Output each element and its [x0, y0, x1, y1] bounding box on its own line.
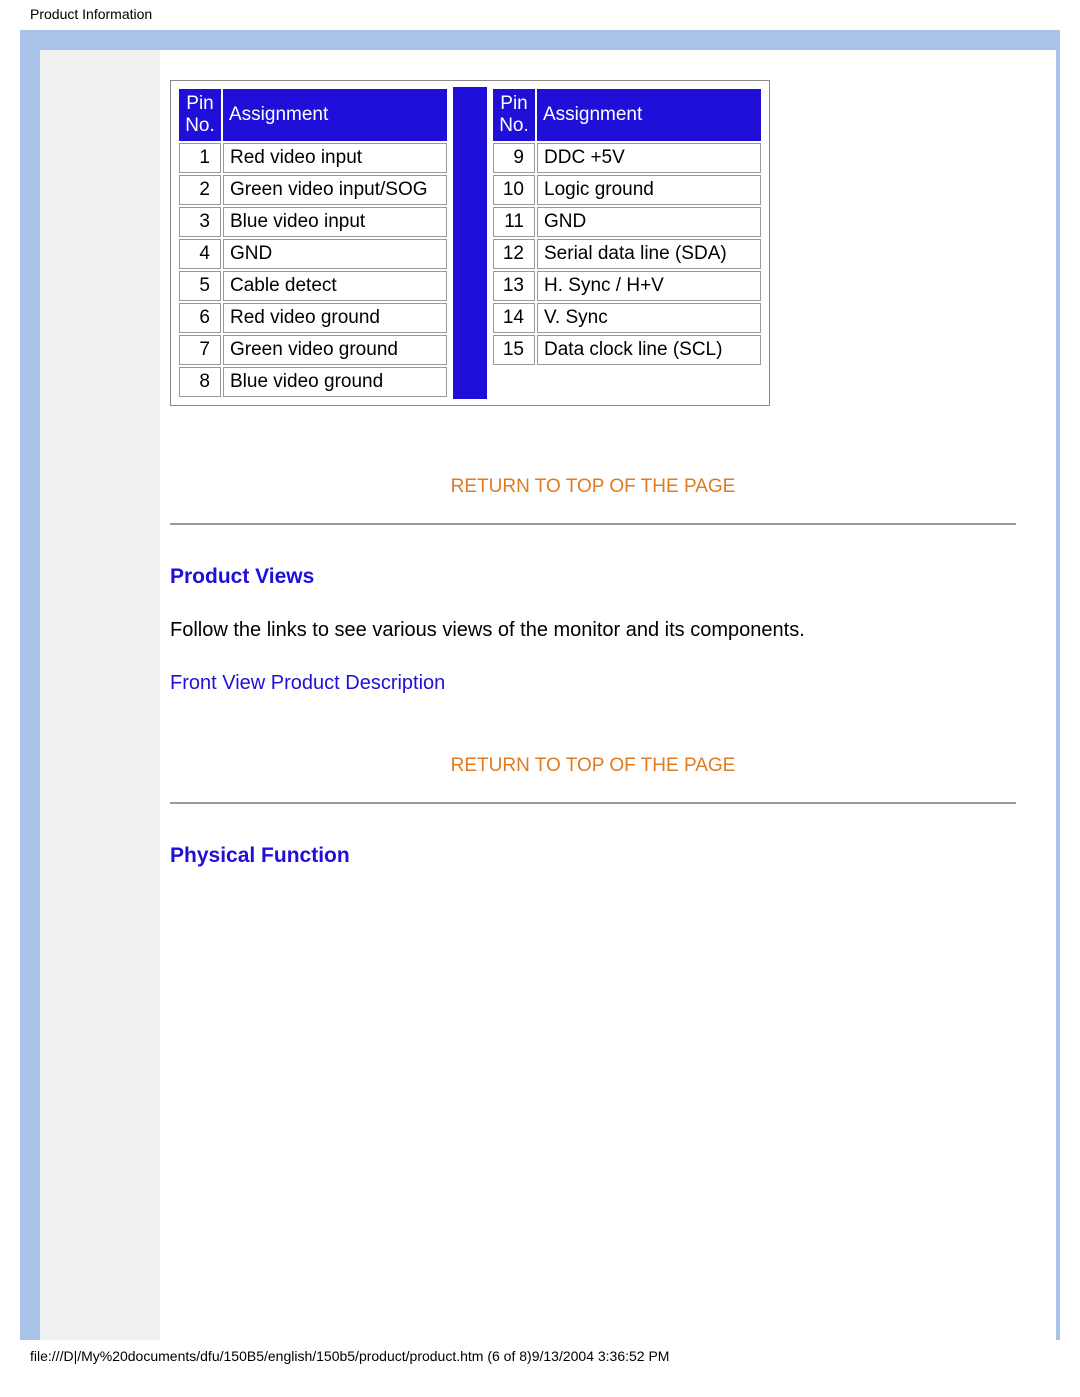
- table-row: 10Logic ground: [493, 175, 761, 205]
- table-row: 9DDC +5V: [493, 143, 761, 173]
- front-view-link[interactable]: Front View Product Description: [170, 672, 445, 694]
- table-row: 13H. Sync / H+V: [493, 271, 761, 301]
- left-sidebar-spacer: [40, 50, 160, 1340]
- pin-table-right: Pin No. Assignment 9DDC +5V 10Logic grou…: [491, 87, 763, 399]
- frame-inner: Pin No. Assignment 1Red video input 2Gre…: [40, 50, 1060, 1340]
- col-header-pin-no: Pin No.: [493, 89, 535, 141]
- table-row: 4GND: [179, 239, 447, 269]
- table-divider: [453, 87, 487, 399]
- return-to-top-link[interactable]: RETURN TO TOP OF THE PAGE: [170, 755, 1016, 777]
- page-frame: Pin No. Assignment 1Red video input 2Gre…: [20, 30, 1060, 1340]
- table-row: 11GND: [493, 207, 761, 237]
- table-row: 14V. Sync: [493, 303, 761, 333]
- table-row: 8Blue video ground: [179, 367, 447, 397]
- table-row: 6Red video ground: [179, 303, 447, 333]
- table-row: 1Red video input: [179, 143, 447, 173]
- main-content: Pin No. Assignment 1Red video input 2Gre…: [160, 50, 1056, 928]
- section-heading-physical-function: Physical Function: [170, 844, 1016, 868]
- col-header-pin-no: Pin No.: [179, 89, 221, 141]
- table-row: 15Data clock line (SCL): [493, 335, 761, 365]
- col-header-assignment: Assignment: [223, 89, 447, 141]
- return-to-top-link[interactable]: RETURN TO TOP OF THE PAGE: [170, 476, 1016, 498]
- section-divider: [170, 802, 1016, 804]
- table-row: 12Serial data line (SDA): [493, 239, 761, 269]
- pin-table-left: Pin No. Assignment 1Red video input 2Gre…: [177, 87, 449, 399]
- table-row: 2Green video input/SOG: [179, 175, 447, 205]
- page-header-title: Product Information: [0, 0, 1080, 24]
- pin-assignment-table: Pin No. Assignment 1Red video input 2Gre…: [170, 80, 770, 406]
- table-row: 3Blue video input: [179, 207, 447, 237]
- section-divider: [170, 523, 1016, 525]
- col-header-assignment: Assignment: [537, 89, 761, 141]
- table-row: 7Green video ground: [179, 335, 447, 365]
- product-views-text: Follow the links to see various views of…: [170, 619, 1016, 642]
- section-heading-product-views: Product Views: [170, 565, 1016, 589]
- page-footer-path: file:///D|/My%20documents/dfu/150B5/engl…: [0, 1344, 1080, 1372]
- table-row: 5Cable detect: [179, 271, 447, 301]
